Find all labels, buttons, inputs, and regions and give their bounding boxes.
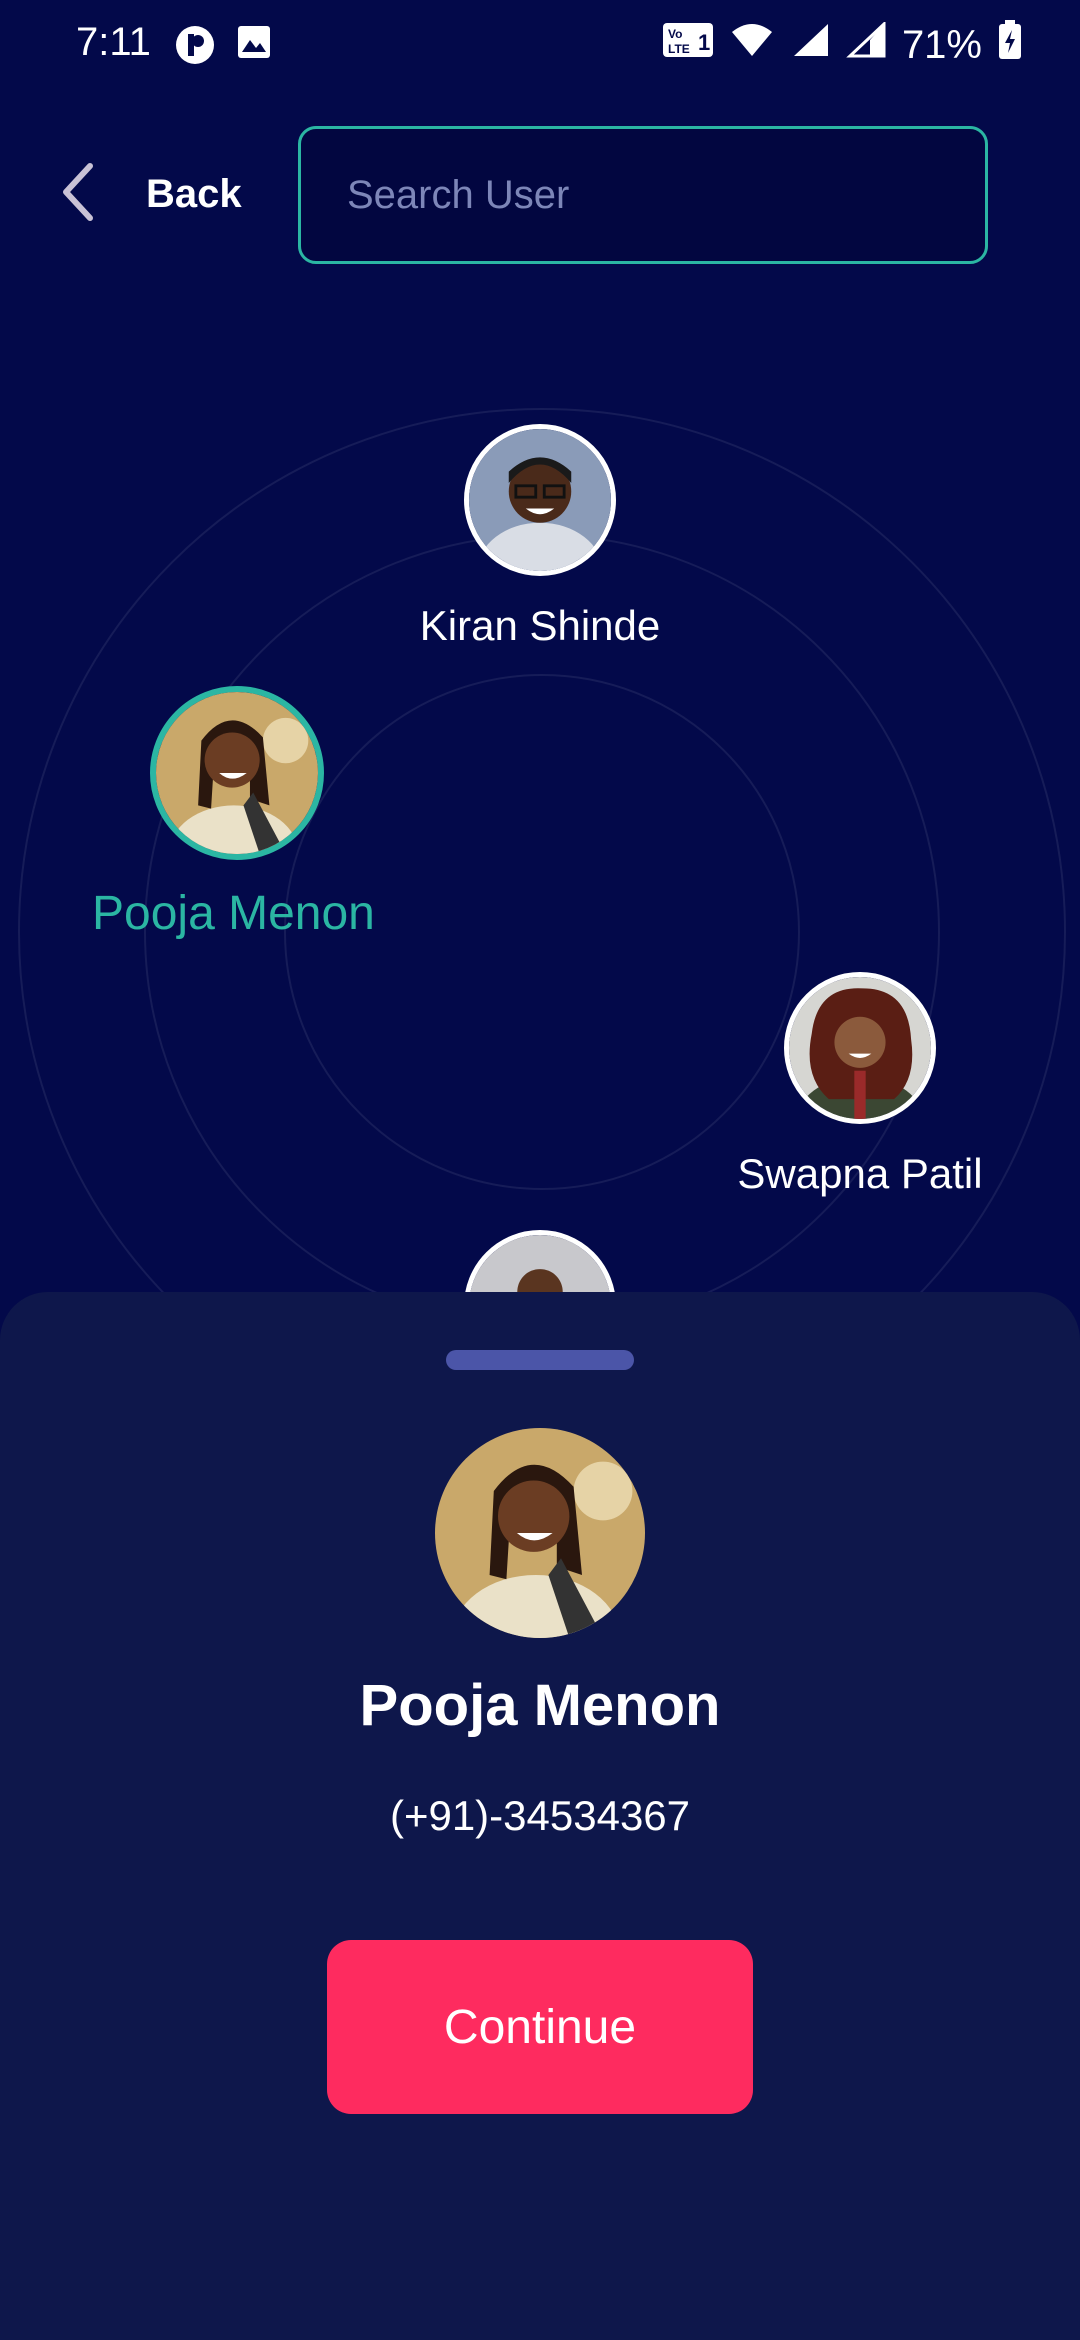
continue-button[interactable]: Continue: [327, 1940, 753, 2114]
back-button[interactable]: Back: [58, 160, 242, 229]
selected-user-name: Pooja Menon: [359, 1673, 721, 1738]
signal-icon-2: [846, 20, 886, 68]
back-label: Back: [146, 172, 242, 216]
battery-icon: [998, 20, 1022, 70]
selected-user-avatar: [435, 1428, 645, 1638]
search-user-input[interactable]: [298, 126, 988, 264]
signal-icon-1: [790, 22, 830, 68]
status-time: 7:11: [76, 20, 151, 64]
battery-percent: 71%: [901, 22, 982, 67]
image-notification-icon: [236, 24, 272, 65]
avatar: [784, 972, 936, 1124]
user-name: Pooja Menon: [92, 887, 375, 940]
svg-text:Vo: Vo: [668, 27, 682, 41]
app-notification-icon: [174, 24, 216, 71]
selected-user-sheet: Pooja Menon (+91)-34534367 Continue: [0, 1292, 1080, 2340]
volte-icon: Vo LTE 1: [662, 22, 714, 68]
user-name: Kiran Shinde: [419, 602, 661, 649]
selected-user-phone: (+91)-34534367: [389, 1792, 691, 1839]
avatar: [464, 424, 616, 576]
user-swapna-patil[interactable]: Swapna Patil: [700, 972, 1020, 1198]
status-indicators: Vo LTE 1 71%: [662, 20, 1022, 70]
user-radar: Kiran Shinde Pooja Menon Swapna Patil: [0, 330, 1080, 1456]
wifi-icon: [730, 22, 774, 68]
status-bar: 7:11 Vo LTE 1 71%: [0, 0, 1080, 96]
chevron-left-icon: [58, 160, 98, 229]
avatar: [150, 686, 324, 860]
sheet-drag-handle[interactable]: [446, 1350, 634, 1370]
user-name: Swapna Patil: [737, 1150, 983, 1197]
user-kiran-shinde[interactable]: Kiran Shinde: [340, 424, 740, 650]
svg-text:LTE: LTE: [668, 42, 690, 56]
user-pooja-menon[interactable]: Pooja Menon: [36, 686, 436, 941]
svg-text:1: 1: [698, 30, 710, 55]
